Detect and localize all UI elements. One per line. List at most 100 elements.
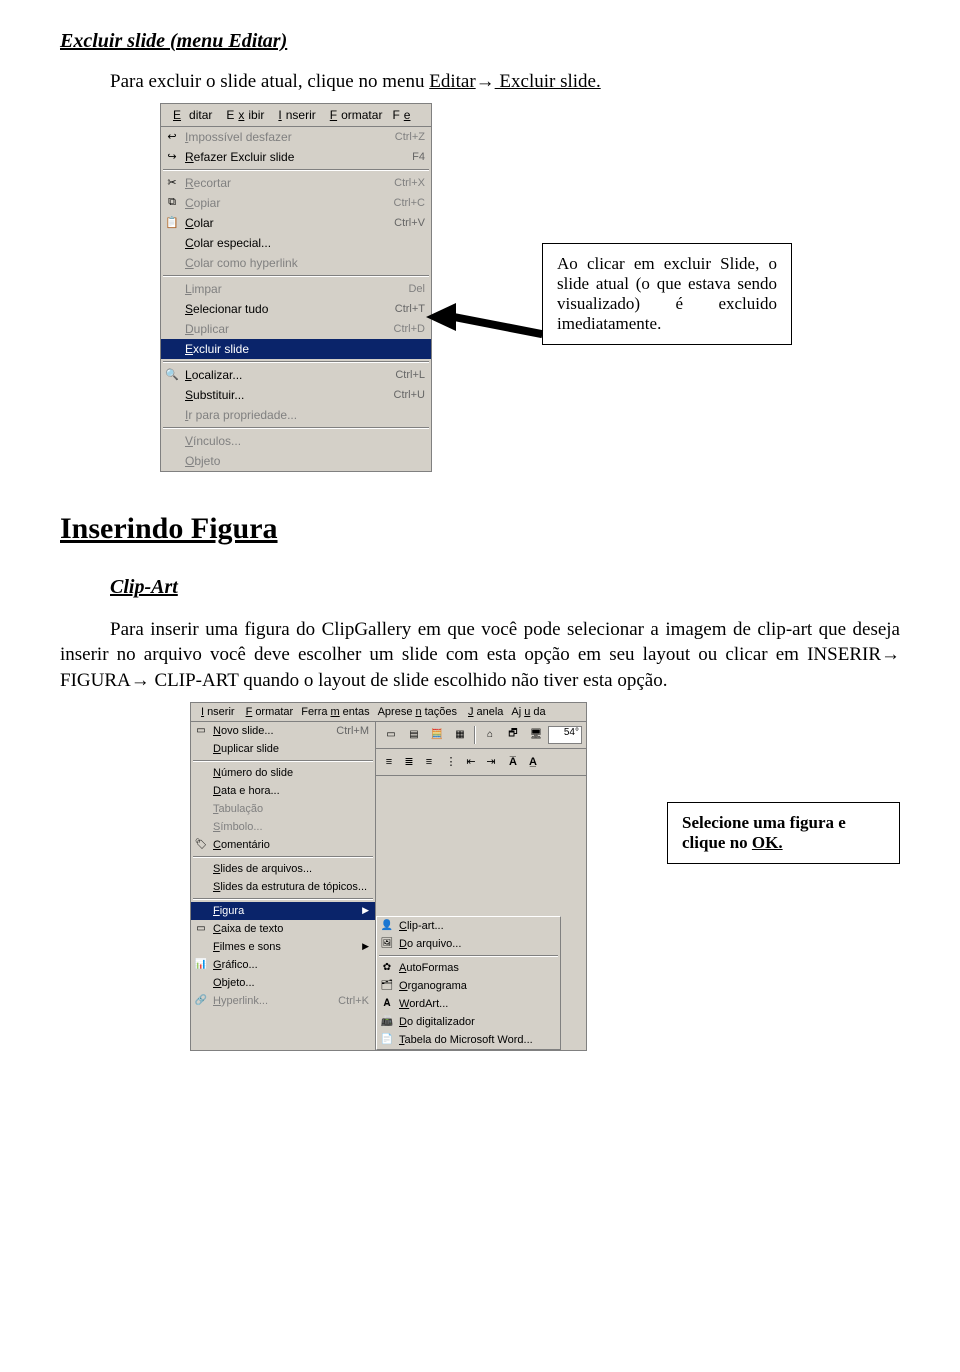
menu-body: ↩Impossível desfazerCtrl+Z↪Refazer Exclu… (161, 127, 431, 471)
paragraph-excluir: Para excluir o slide atual, clique no me… (60, 69, 900, 95)
paragraph-clipart: Para inserir uma figura do ClipGallery e… (60, 617, 900, 694)
menu-item-icon (193, 880, 209, 894)
menu-item-filmes-e-sons[interactable]: Filmes e sons▶ (191, 938, 375, 956)
menu-item-slides-da-estrutura-de-t-picos-[interactable]: Slides da estrutura de tópicos... (191, 878, 375, 896)
menu-item-hyperlink-: 🔗Hyperlink...Ctrl+K (191, 992, 375, 1010)
menu-item-n-mero-do-slide[interactable]: Número do slide (191, 764, 375, 782)
submenu-item-icon: 👤 (379, 919, 395, 933)
font-inc-icon[interactable]: A̲ (524, 754, 542, 770)
menu-item-localizar-[interactable]: 🔍Localizar...Ctrl+L (161, 365, 431, 385)
bullets-icon[interactable]: ⋮ (442, 754, 460, 770)
arrow-glyph: → (476, 71, 495, 92)
submenu-item-do-digitalizador[interactable]: 📠Do digitalizador (377, 1013, 560, 1031)
menu-item-label: Localizar... (181, 368, 395, 382)
menu-item-objeto-[interactable]: Objeto... (191, 974, 375, 992)
submenu-item-wordart-[interactable]: 𝐀WordArt... (377, 995, 560, 1013)
submenu-item-clip-art-[interactable]: 👤Clip-art... (377, 917, 560, 935)
menu-item-duplicar-slide[interactable]: Duplicar slide (191, 740, 375, 758)
menu-item-label: Duplicar (181, 322, 394, 336)
submenu-item-do-arquivo-[interactable]: 🖼Do arquivo... (377, 935, 560, 953)
p1c: Excluir slide. (495, 71, 601, 92)
menu-item-icon (193, 766, 209, 780)
submenu-arrow-icon: ▶ (362, 941, 369, 952)
submenu-item-icon: 📄 (379, 1033, 395, 1047)
tb-icon[interactable]: ▭ (380, 725, 402, 745)
menu-item-label: Caixa de texto (209, 923, 369, 935)
menu-item-data-e-hora-[interactable]: Data e hora... (191, 782, 375, 800)
menu-item-icon (193, 784, 209, 798)
menu-item-icon (193, 904, 209, 918)
align-icon[interactable]: ≡ (420, 754, 438, 770)
mb-ferramentas[interactable]: Ferramentas (298, 705, 372, 719)
submenu-item-autoformas[interactable]: ✿AutoFormas (377, 959, 560, 977)
submenu-item-label: Do arquivo... (395, 938, 554, 950)
menu-item-shortcut: Ctrl+L (395, 369, 425, 381)
tb-icon[interactable]: 🖥 (525, 725, 547, 745)
tb-icon[interactable]: 🧮 (426, 725, 448, 745)
menu-item-slides-de-arquivos-[interactable]: Slides de arquivos... (191, 860, 375, 878)
tb-icon[interactable]: ▦ (449, 725, 471, 745)
menu-item-icon: ↩ (163, 129, 181, 145)
heading-inserindo: Inserindo Figura (60, 512, 900, 546)
indent-icon[interactable]: ⇤ (462, 754, 480, 770)
mb-ajuda[interactable]: Ajuda (508, 705, 548, 719)
align-icon[interactable]: ≡ (380, 754, 398, 770)
indent-icon[interactable]: ⇥ (482, 754, 500, 770)
menu-item-copiar: ⧉CopiarCtrl+C (161, 193, 431, 213)
figura-submenu: 👤Clip-art...🖼Do arquivo... ✿AutoFormas🗂Or… (376, 916, 561, 1050)
menu-item-selecionar-tudo[interactable]: Selecionar tudoCtrl+T (161, 299, 431, 319)
menu-item-label: Limpar (181, 282, 408, 296)
menu-item-caixa-de-texto[interactable]: ▭Caixa de texto (191, 920, 375, 938)
menubar-fe[interactable]: Fe (388, 106, 418, 124)
menu-item-colar-especial-[interactable]: Colar especial... (161, 233, 431, 253)
menu-item-s-mbolo-: Símbolo... (191, 818, 375, 836)
tb-icon[interactable]: ▤ (403, 725, 425, 745)
tb-icon[interactable]: ⌂ (479, 725, 501, 745)
menu-item-excluir-slide[interactable]: Excluir slide (161, 339, 431, 359)
menu-item-substituir-[interactable]: Substituir...Ctrl+U (161, 385, 431, 405)
menu-item-limpar: LimparDel (161, 279, 431, 299)
p1a: Para excluir o slide atual, clique no me… (110, 71, 429, 92)
menu-item-icon (163, 281, 181, 297)
mb-janela[interactable]: Janela (462, 705, 506, 719)
align-icon[interactable]: ≣ (400, 754, 418, 770)
menu-item-coment-rio[interactable]: 🏷Comentário (191, 836, 375, 854)
menu-item-label: Impossível desfazer (181, 130, 395, 144)
menu-item-label: Vínculos... (181, 434, 425, 448)
menubar-inserir[interactable]: Inserir (270, 106, 319, 124)
callout-selecione: Selecione uma figura e clique no OK. (667, 802, 900, 864)
menu-item-label: Slides de arquivos... (209, 863, 369, 875)
mb-apresentacoes[interactable]: Apresentações (375, 705, 460, 719)
menu-item-figura[interactable]: Figura▶ (191, 902, 375, 920)
menu-item-objeto: Objeto (161, 451, 431, 471)
menubar-formatar[interactable]: Formatar (322, 106, 387, 124)
submenu-item-tabela-do-microsoft-word-[interactable]: 📄Tabela do Microsoft Word... (377, 1031, 560, 1049)
menu-item-label: Figura (209, 905, 362, 917)
callout-arrow (426, 308, 546, 326)
separator (193, 856, 373, 858)
menu-item-icon (163, 433, 181, 449)
menu-item-label: Refazer Excluir slide (181, 150, 412, 164)
menubar-editar[interactable]: Editar (165, 106, 220, 124)
submenu-item-label: Tabela do Microsoft Word... (395, 1034, 554, 1046)
menu-item-shortcut: Ctrl+D (394, 323, 425, 335)
toolbar-row-1: ▭ ▤ 🧮 ▦ ⌂ 🗗 🖥 54° (376, 722, 586, 749)
font-dec-icon[interactable]: A̅ (504, 754, 522, 770)
menu-item-gr-fico-[interactable]: 📊Gráfico... (191, 956, 375, 974)
zoom-box[interactable]: 54° (548, 726, 582, 744)
menu-item-label: Substituir... (181, 388, 394, 402)
menu-item-colar[interactable]: 📋ColarCtrl+V (161, 213, 431, 233)
submenu-item-label: Organograma (395, 980, 554, 992)
mb-inserir[interactable]: Inserir (195, 705, 238, 719)
menu-item-refazer-excluir-slide[interactable]: ↪Refazer Excluir slideF4 (161, 147, 431, 167)
menu-item-shortcut: Ctrl+K (338, 995, 369, 1007)
menu-item-shortcut: Ctrl+U (394, 389, 425, 401)
mb-formatar[interactable]: Formatar (240, 705, 297, 719)
menu-item-shortcut: Ctrl+V (394, 217, 425, 229)
menu-item-novo-slide-[interactable]: ▭Novo slide...Ctrl+M (191, 722, 375, 740)
tb-icon[interactable]: 🗗 (502, 725, 524, 745)
editar-menu-screenshot: Editar Exibir Inserir Formatar Fe ↩Impos… (160, 103, 432, 472)
submenu-item-organograma[interactable]: 🗂Organograma (377, 977, 560, 995)
menu-item-label: Ir para propriedade... (181, 408, 425, 422)
menubar-exibir[interactable]: Exibir (222, 106, 268, 124)
